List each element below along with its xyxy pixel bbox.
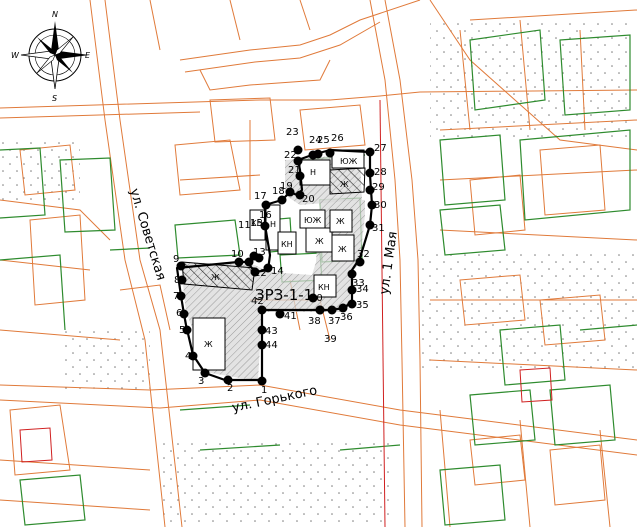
boundary-point-label-27: 27 <box>374 143 387 154</box>
boundary-point-label-37: 37 <box>328 316 341 327</box>
street-sovetskaya: ул. Советская <box>126 187 168 283</box>
boundary-point-label-38: 38 <box>308 316 321 327</box>
map-canvas: N S E W ул. Советская ул. 1 Мая ул. Горь… <box>0 0 637 527</box>
boundary-point-label-39: 39 <box>324 334 337 345</box>
compass-s: S <box>52 94 57 103</box>
bl-zh-3: Ж <box>315 237 324 246</box>
boundary-point-label-26: 26 <box>331 133 344 144</box>
boundary-point-label-30: 30 <box>374 200 387 211</box>
boundary-point-label-7: 7 <box>173 291 179 302</box>
boundary-point-label-23: 23 <box>286 127 299 138</box>
bl-zh-1: Ж <box>204 340 213 349</box>
compass-w: W <box>11 51 20 60</box>
boundary-point-label-9: 9 <box>173 254 179 265</box>
boundary-point-label-41: 41 <box>284 311 297 322</box>
bl-zh-5: Ж <box>338 245 347 254</box>
street-1-maya: ул. 1 Мая <box>377 230 401 295</box>
bl-kn-3: КН <box>318 283 330 292</box>
compass-rose: N S E W <box>11 10 91 103</box>
boundary-point-label-31: 31 <box>372 223 385 234</box>
boundary-point-label-14: 14 <box>271 266 284 277</box>
boundary-point-label-44: 44 <box>265 340 278 351</box>
compass-n: N <box>52 10 58 19</box>
boundary-point-label-10: 10 <box>231 249 244 260</box>
boundary-point-label-36: 36 <box>340 312 353 323</box>
boundary-point-39 <box>315 305 325 315</box>
boundary-point-label-5: 5 <box>179 325 185 336</box>
boundary-point-label-29: 29 <box>372 182 385 193</box>
boundary-point-label-6: 6 <box>176 308 182 319</box>
boundary-point-label-43: 43 <box>265 326 278 337</box>
boundary-point-label-20: 20 <box>302 194 315 205</box>
boundary-point-label-11: 11 <box>238 220 251 231</box>
bl-yuzh-2: ЮЖ <box>340 157 358 166</box>
boundary-point-label-21: 21 <box>288 165 301 176</box>
map-svg: N S E W ул. Советская ул. 1 Мая ул. Горь… <box>0 0 637 527</box>
boundary-point-26 <box>325 148 335 158</box>
boundary-point-label-17: 17 <box>254 191 267 202</box>
boundary-point-label-35: 35 <box>356 300 369 311</box>
boundary-point-label-32: 32 <box>357 249 370 260</box>
boundary-point-label-34: 34 <box>356 284 369 295</box>
compass-e: E <box>85 51 91 60</box>
bl-zh-2: Ж <box>211 273 220 282</box>
boundary-point-label-1: 1 <box>261 385 267 396</box>
bl-n-1: Н <box>270 220 276 229</box>
boundary-point-label-8: 8 <box>174 275 180 286</box>
bl-n-2: Н <box>310 168 316 177</box>
boundary-point-16 <box>260 221 270 231</box>
boundary-point-label-19: 19 <box>280 181 293 192</box>
boundary-point-label-2: 2 <box>227 383 233 394</box>
boundary-point-label-3: 3 <box>198 376 204 387</box>
boundary-point-label-25: 25 <box>317 135 330 146</box>
boundary-point-37 <box>327 305 337 315</box>
boundary-point-label-40: 40 <box>310 293 323 304</box>
boundary-point-label-42: 42 <box>251 296 264 307</box>
bl-zh-6: Ж <box>340 180 349 189</box>
boundary-point-label-4: 4 <box>185 351 191 362</box>
boundary-point-23 <box>293 145 303 155</box>
boundary-point-label-28: 28 <box>374 167 387 178</box>
bl-zh-4: Ж <box>336 217 345 226</box>
bl-kn-2: КН <box>281 240 293 249</box>
boundary-point-25 <box>313 149 323 159</box>
boundary-point-15 <box>249 251 259 261</box>
bl-yuzh-1: ЮЖ <box>304 216 322 225</box>
boundary-point-label-16: 16 <box>259 210 272 221</box>
